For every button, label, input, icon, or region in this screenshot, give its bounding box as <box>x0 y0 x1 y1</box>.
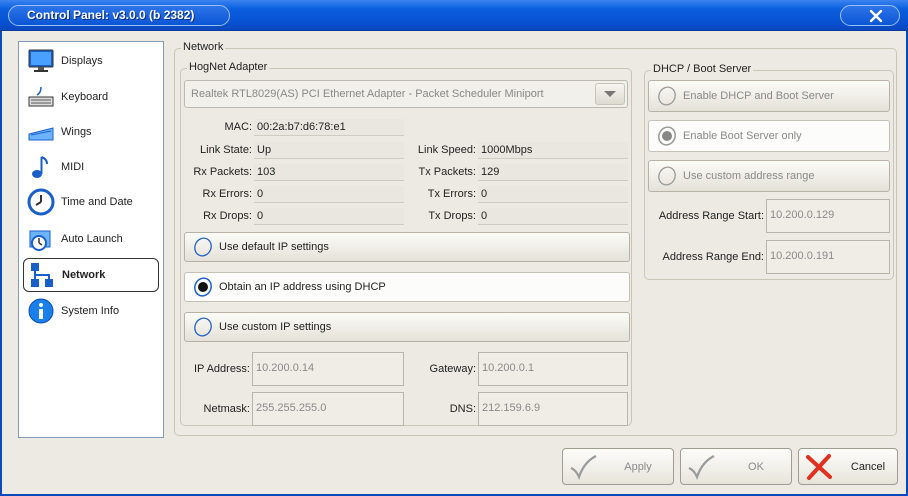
link-speed-label: Link Speed: <box>417 144 476 156</box>
close-button[interactable] <box>840 5 900 26</box>
use-custom-address-range-button[interactable]: Use custom address range <box>648 160 890 192</box>
radio-unselected-icon <box>194 317 212 337</box>
sidebar-item-label: Keyboard <box>61 91 109 103</box>
address-range-end-label: Address Range End: <box>662 251 764 263</box>
window-title: Control Panel: v3.0.0 (b 2382) <box>8 5 230 26</box>
address-range-start-label: Address Range Start: <box>658 210 764 222</box>
address-range-start-field[interactable]: 10.200.0.129 <box>766 199 890 233</box>
cancel-button[interactable]: Cancel <box>798 448 898 485</box>
rx-packets-label: Rx Packets: <box>193 166 252 178</box>
tx-errors-label: Tx Errors: <box>427 188 476 200</box>
chevron-down-icon <box>604 91 616 97</box>
network-group-title: Network <box>181 41 226 53</box>
sidebar-item-time-and-date[interactable]: Time and Date <box>23 185 159 219</box>
mac-value: 00:2a:b7:d6:78:e1 <box>254 119 404 136</box>
sidebar-item-label: Displays <box>61 55 103 67</box>
address-range-end-field[interactable]: 10.200.0.191 <box>766 240 890 274</box>
radio-unselected-icon <box>658 86 676 106</box>
sidebar-item-label: MIDI <box>61 161 85 173</box>
obtain-ip-dhcp-label: Obtain an IP address using DHCP <box>219 281 386 293</box>
ip-address-field[interactable]: 10.200.0.14 <box>252 352 404 386</box>
sidebar-item-system-info[interactable]: System Info <box>23 294 159 328</box>
enable-boot-server-only-button[interactable]: Enable Boot Server only <box>648 120 890 152</box>
sidebar-item-midi[interactable]: MIDI <box>23 150 159 184</box>
radio-unselected-icon <box>194 237 212 257</box>
enable-dhcp-boot-server-button[interactable]: Enable DHCP and Boot Server <box>648 80 890 112</box>
dns-field[interactable]: 212.159.6.9 <box>478 392 628 426</box>
tx-packets-value: 129 <box>478 164 628 181</box>
adapter-select[interactable]: Realtek RTL8029(AS) PCI Ethernet Adapter… <box>184 80 628 108</box>
enable-dhcp-boot-server-label: Enable DHCP and Boot Server <box>683 90 834 102</box>
checkmark-icon <box>681 454 721 480</box>
obtain-ip-dhcp-button[interactable]: Obtain an IP address using DHCP <box>184 272 630 302</box>
sidebar-item-network[interactable]: Network <box>23 258 159 292</box>
sidebar-item-wings[interactable]: Wings <box>23 115 159 149</box>
sidebar-item-label: Auto Launch <box>61 233 123 245</box>
link-speed-value: 1000Mbps <box>478 142 628 159</box>
rx-drops-value: 0 <box>254 208 404 225</box>
sidebar-item-label: Wings <box>61 126 92 138</box>
tx-drops-label: Tx Drops: <box>428 210 476 222</box>
sidebar-item-displays[interactable]: Displays <box>23 44 159 78</box>
tx-drops-value: 0 <box>478 208 628 225</box>
cancel-button-label: Cancel <box>850 460 886 473</box>
network-icon <box>28 261 56 289</box>
monitor-icon <box>27 47 55 75</box>
sidebar-item-label: System Info <box>61 305 120 317</box>
sidebar: Displays Keyboard Wings MIDI Time and Da… <box>18 41 164 438</box>
rx-drops-label: Rx Drops: <box>203 210 252 222</box>
clock-icon <box>27 188 55 216</box>
use-custom-address-range-label: Use custom address range <box>683 170 815 182</box>
hognet-adapter-group-title: HogNet Adapter <box>187 61 270 73</box>
netmask-field[interactable]: 255.255.255.0 <box>252 392 404 426</box>
rx-errors-value: 0 <box>254 186 404 203</box>
ok-button-label: OK <box>748 460 764 473</box>
auto-launch-icon <box>27 225 55 253</box>
sidebar-item-label: Time and Date <box>61 196 133 208</box>
use-default-ip-button[interactable]: Use default IP settings <box>184 232 630 262</box>
link-state-label: Link State: <box>200 144 252 156</box>
ok-button[interactable]: OK <box>680 448 792 485</box>
radio-selected-icon <box>658 126 676 146</box>
link-state-value: Up <box>254 142 404 159</box>
use-custom-ip-label: Use custom IP settings <box>219 321 332 333</box>
tx-errors-value: 0 <box>478 186 628 203</box>
adapter-dropdown-button[interactable] <box>595 83 625 105</box>
radio-unselected-icon <box>658 166 676 186</box>
gateway-field[interactable]: 10.200.0.1 <box>478 352 628 386</box>
wings-icon <box>27 118 55 146</box>
enable-boot-server-only-label: Enable Boot Server only <box>683 130 802 142</box>
keyboard-icon <box>27 83 55 111</box>
radio-selected-icon <box>194 277 212 297</box>
apply-button-label: Apply <box>624 460 652 473</box>
cancel-x-icon <box>799 453 839 481</box>
checkmark-icon <box>563 454 603 480</box>
apply-button[interactable]: Apply <box>562 448 674 485</box>
title-bar[interactable]: Control Panel: v3.0.0 (b 2382) <box>0 0 908 31</box>
sidebar-item-auto-launch[interactable]: Auto Launch <box>23 222 159 256</box>
rx-packets-value: 103 <box>254 164 404 181</box>
adapter-select-value: Realtek RTL8029(AS) PCI Ethernet Adapter… <box>191 88 544 100</box>
gateway-label: Gateway: <box>429 363 476 375</box>
dhcp-boot-server-group-title: DHCP / Boot Server <box>651 63 754 75</box>
music-note-icon <box>27 153 55 181</box>
close-icon <box>869 9 883 23</box>
dns-label: DNS: <box>449 403 476 415</box>
sidebar-item-keyboard[interactable]: Keyboard <box>23 80 159 114</box>
ip-address-label: IP Address: <box>193 363 250 375</box>
info-icon <box>27 297 55 325</box>
sidebar-item-label: Network <box>62 269 106 281</box>
netmask-label: Netmask: <box>203 403 250 415</box>
rx-errors-label: Rx Errors: <box>202 188 253 200</box>
mac-label: MAC: <box>224 121 253 133</box>
tx-packets-label: Tx Packets: <box>418 166 476 178</box>
use-custom-ip-button[interactable]: Use custom IP settings <box>184 312 630 342</box>
use-default-ip-label: Use default IP settings <box>219 241 329 253</box>
